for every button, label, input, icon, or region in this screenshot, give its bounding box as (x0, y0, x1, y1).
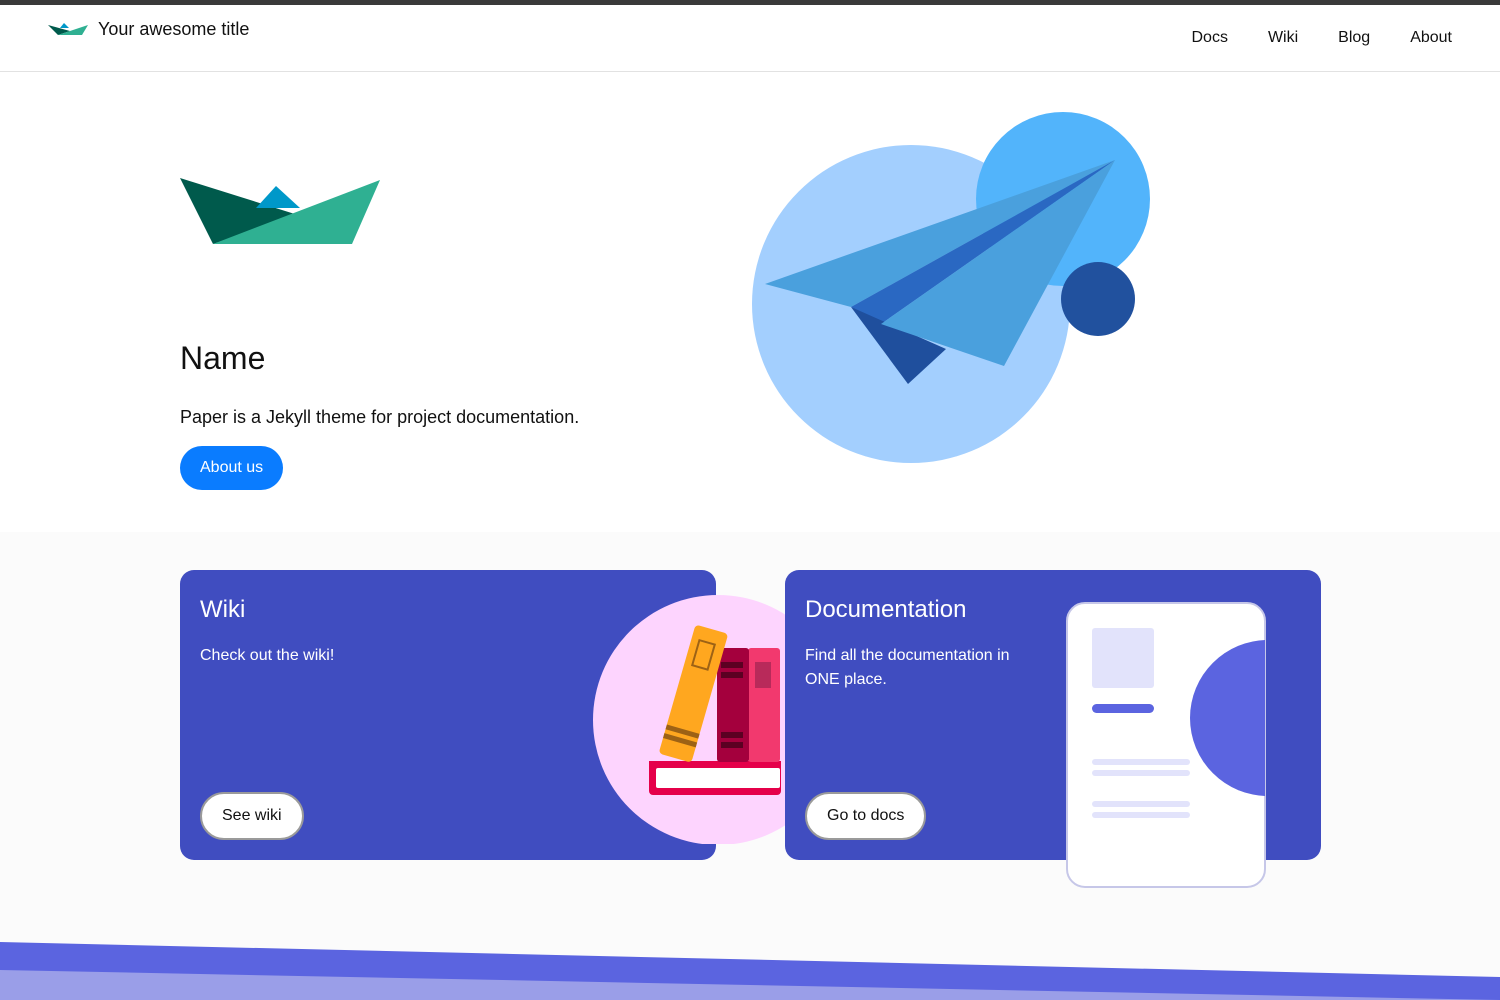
nav-link-wiki[interactable]: Wiki (1268, 29, 1298, 47)
about-us-button[interactable]: About us (180, 446, 284, 490)
brand-link[interactable]: Your awesome title (48, 19, 249, 40)
page-title: Name (180, 340, 266, 376)
docs-card-description: Find all the documentation in ONE place. (805, 647, 1010, 688)
paper-boat-logo (180, 178, 380, 244)
hero-description: Paper is a Jekyll theme for project docu… (180, 407, 580, 427)
nav-link-blog[interactable]: Blog (1338, 29, 1370, 47)
nav-link-about[interactable]: About (1410, 29, 1452, 47)
wiki-card: Wiki Check out the wiki! See wiki (180, 570, 843, 860)
wiki-card-description: Check out the wiki! (200, 647, 335, 664)
go-to-docs-button[interactable]: Go to docs (805, 792, 927, 840)
brand-title: Your awesome title (98, 19, 250, 39)
cards-section: Wiki Check out the wiki! See wiki Docume… (0, 532, 1500, 1000)
nav-link-docs[interactable]: Docs (1191, 29, 1227, 47)
hero-section: Name Paper is a Jekyll theme for project… (0, 72, 1500, 532)
footer-band (0, 942, 1500, 1000)
docs-card-title: Documentation (805, 596, 967, 623)
see-wiki-button[interactable]: See wiki (200, 792, 304, 840)
paper-plane-illustration (752, 112, 1150, 463)
document-page-illustration (1066, 602, 1266, 888)
paper-boat-icon (48, 22, 88, 35)
wiki-card-title: Wiki (200, 596, 246, 623)
nav-links: Docs Wiki Blog About (1151, 29, 1452, 47)
navbar: Your awesome title Docs Wiki Blog About (0, 5, 1500, 72)
